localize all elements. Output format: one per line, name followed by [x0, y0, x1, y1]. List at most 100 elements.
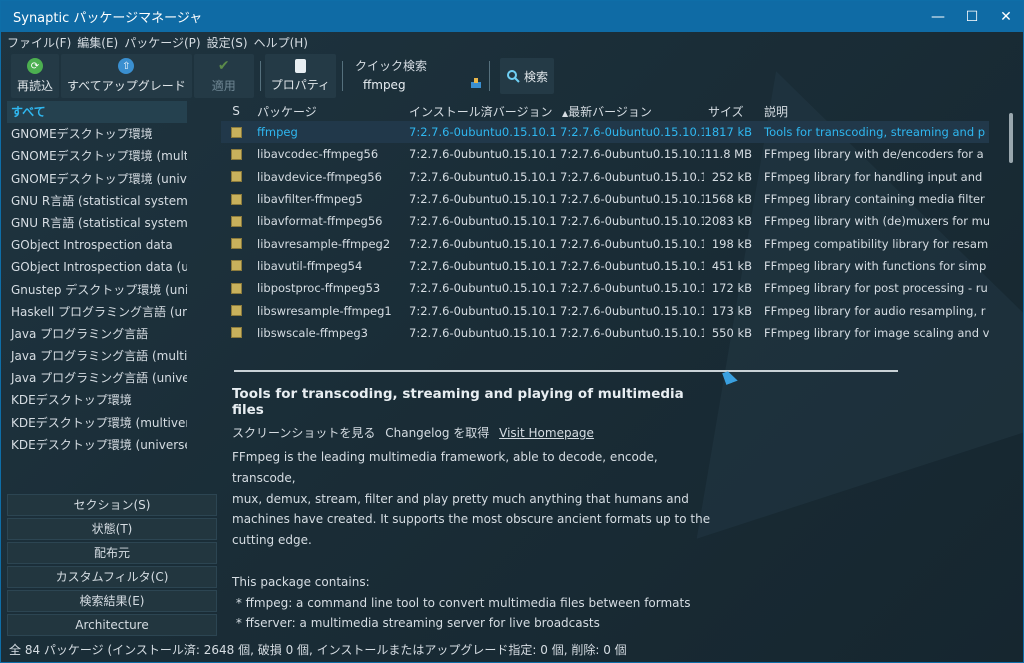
reload-button[interactable]: ⟳ 再読込	[11, 54, 60, 98]
header-package[interactable]: パッケージ	[251, 103, 405, 120]
status-cell[interactable]	[221, 215, 251, 227]
section-item[interactable]: GObject Introspection data (u	[7, 256, 187, 278]
section-item[interactable]: GNOMEデスクトップ環境 (multiv	[7, 145, 187, 167]
section-item[interactable]: GNOMEデスクトップ環境	[7, 123, 187, 145]
menu-settings[interactable]: 設定(S)	[207, 34, 248, 51]
origin-filter-button[interactable]: 配布元	[7, 542, 217, 564]
table-row[interactable]: libavresample-ffmpeg2 7:2.7.6-0ubuntu0.1…	[221, 232, 989, 254]
header-description[interactable]: 説明	[756, 103, 989, 120]
section-item[interactable]: Haskell プログラミング言語 (uni	[7, 301, 187, 323]
package-name: libavutil-ffmpeg54	[257, 258, 363, 273]
table-row[interactable]: libavutil-ffmpeg54 7:2.7.6-0ubuntu0.15.1…	[221, 255, 989, 277]
description-line: mux, demux, stream, filter and play pret…	[232, 491, 689, 506]
section-item[interactable]: KDEデスクトップ環境 (multivers	[7, 412, 187, 434]
upgrade-icon: ⇧	[118, 58, 135, 74]
close-button[interactable]: ✕	[989, 1, 1023, 32]
section-item[interactable]: すべて	[7, 101, 187, 124]
status-cell[interactable]	[221, 327, 251, 339]
table-row[interactable]: libavformat-ffmpeg56 7:2.7.6-0ubuntu0.15…	[221, 210, 989, 232]
table-header: S パッケージ インストール済バージョン ▲最新バージョン サイズ 説明	[221, 101, 989, 121]
header-latest-label: 最新バージョン	[568, 104, 652, 119]
table-row[interactable]: libavfilter-ffmpeg5 7:2.7.6-0ubuntu0.15.…	[221, 188, 989, 210]
search-results-button[interactable]: 検索結果(E)	[7, 590, 217, 612]
section-item[interactable]: GObject Introspection data	[7, 234, 187, 256]
minimize-button[interactable]: —	[921, 1, 955, 32]
header-latest-version[interactable]: ▲最新バージョン	[556, 103, 704, 120]
table-row[interactable]: libswscale-ffmpeg3 7:2.7.6-0ubuntu0.15.1…	[221, 322, 989, 344]
table-row[interactable]: libavcodec-ffmpeg56 7:2.7.6-0ubuntu0.15.…	[221, 143, 989, 165]
pane-divider-handle[interactable]	[234, 370, 898, 372]
status-cell[interactable]	[221, 193, 251, 205]
table-scrollbar[interactable]	[1009, 113, 1013, 163]
section-item[interactable]: GNU R言語 (statistical system)	[7, 190, 187, 212]
status-cell[interactable]	[221, 171, 251, 183]
table-row[interactable]: libswresample-ffmpeg1 7:2.7.6-0ubuntu0.1…	[221, 299, 989, 321]
filter-buttons: セクション(S) 状態(T) 配布元 カスタムフィルタ(C) 検索結果(E) A…	[7, 494, 217, 638]
description-line: This package contains:	[232, 574, 370, 589]
toolbar-separator	[488, 61, 490, 91]
installed-version: 7:2.7.6-0ubuntu0.15.10.1	[409, 281, 556, 296]
package-installed-icon	[230, 126, 242, 138]
menu-file[interactable]: ファイル(F)	[7, 34, 71, 51]
header-size[interactable]: サイズ	[704, 103, 756, 120]
changelog-link[interactable]: Changelog を取得	[385, 426, 489, 440]
package-name: ffmpeg	[257, 125, 298, 140]
menu-package[interactable]: パッケージ(P)	[124, 34, 200, 51]
installed-version: 7:2.7.6-0ubuntu0.15.10.1	[409, 192, 556, 207]
package-name: libpostproc-ffmpeg53	[257, 281, 381, 296]
installed-version: 7:2.7.6-0ubuntu0.15.10.1	[409, 169, 556, 184]
section-item[interactable]: Java プログラミング言語 (univer	[7, 367, 187, 389]
apply-button[interactable]: ✔ 適用	[193, 54, 254, 98]
upgrade-all-button[interactable]: ⇧ すべてアップグレード	[61, 54, 192, 98]
status-cell[interactable]	[221, 305, 251, 317]
search-icon	[506, 70, 520, 83]
package-installed-icon	[230, 193, 242, 205]
status-filter-button[interactable]: 状態(T)	[7, 518, 217, 540]
quick-search: クイック検索	[349, 54, 485, 98]
reload-icon: ⟳	[27, 58, 43, 74]
clear-search-icon[interactable]	[469, 76, 483, 90]
status-cell[interactable]	[221, 238, 251, 250]
package-details: Tools for transcoding, streaming and pla…	[232, 386, 712, 634]
sections-filter-button[interactable]: セクション(S)	[7, 494, 217, 516]
section-item[interactable]: GNOMEデスクトップ環境 (univer	[7, 168, 187, 190]
title-bar[interactable]: Synaptic パッケージマネージャ — ☐ ✕	[1, 1, 1023, 32]
latest-version: 7:2.7.6-0ubuntu0.15.10.1	[560, 147, 704, 162]
architecture-filter-button[interactable]: Architecture	[7, 614, 217, 636]
table-row[interactable]: ffmpeg 7:2.7.6-0ubuntu0.15.10.1 7:2.7.6-…	[221, 121, 989, 144]
latest-version: 7:2.7.6-0ubuntu0.15.10.1	[560, 303, 704, 318]
quick-search-input[interactable]	[354, 76, 479, 94]
properties-button[interactable]: プロパティ	[264, 54, 336, 98]
status-cell[interactable]	[221, 126, 251, 138]
status-cell[interactable]	[221, 282, 251, 294]
package-description: FFmpeg library for post processing - ru	[764, 281, 988, 296]
header-status[interactable]: S	[221, 104, 251, 118]
package-name: libavdevice-ffmpeg56	[257, 169, 382, 184]
synaptic-window: Synaptic パッケージマネージャ — ☐ ✕ ファイル(F) 編集(E) …	[0, 0, 1024, 663]
custom-filter-button[interactable]: カスタムフィルタ(C)	[7, 566, 217, 588]
maximize-button[interactable]: ☐	[955, 1, 989, 32]
section-item[interactable]: KDEデスクトップ環境	[7, 389, 187, 411]
section-item[interactable]: KDEデスクトップ環境 (universe)	[7, 434, 187, 456]
status-cell[interactable]	[221, 260, 251, 272]
homepage-link[interactable]: Visit Homepage	[499, 426, 594, 440]
window-title: Synaptic パッケージマネージャ	[13, 11, 203, 26]
section-item[interactable]: Java プログラミング言語	[7, 323, 187, 345]
package-size: 198 kB	[711, 236, 752, 251]
package-size: 451 kB	[711, 258, 752, 273]
status-cell[interactable]	[221, 148, 251, 160]
latest-version: 7:2.7.6-0ubuntu0.15.10.1	[560, 169, 704, 184]
menu-help[interactable]: ヘルプ(H)	[254, 34, 308, 51]
description-line: * ffmpeg: a command line tool to convert…	[232, 595, 691, 610]
search-button[interactable]: 検索	[499, 58, 554, 94]
table-row[interactable]: libpostproc-ffmpeg53 7:2.7.6-0ubuntu0.15…	[221, 277, 989, 299]
properties-icon	[294, 59, 306, 73]
screenshot-link[interactable]: スクリーンショットを見る	[232, 426, 375, 440]
section-item[interactable]: GNU R言語 (statistical system)	[7, 212, 187, 234]
menu-edit[interactable]: 編集(E)	[77, 34, 118, 51]
header-installed-version[interactable]: インストール済バージョン	[405, 103, 556, 120]
table-row[interactable]: libavdevice-ffmpeg56 7:2.7.6-0ubuntu0.15…	[221, 166, 989, 188]
section-item[interactable]: Gnustep デスクトップ環境 (univ	[7, 279, 187, 301]
section-item[interactable]: Java プログラミング言語 (multiv	[7, 345, 187, 367]
